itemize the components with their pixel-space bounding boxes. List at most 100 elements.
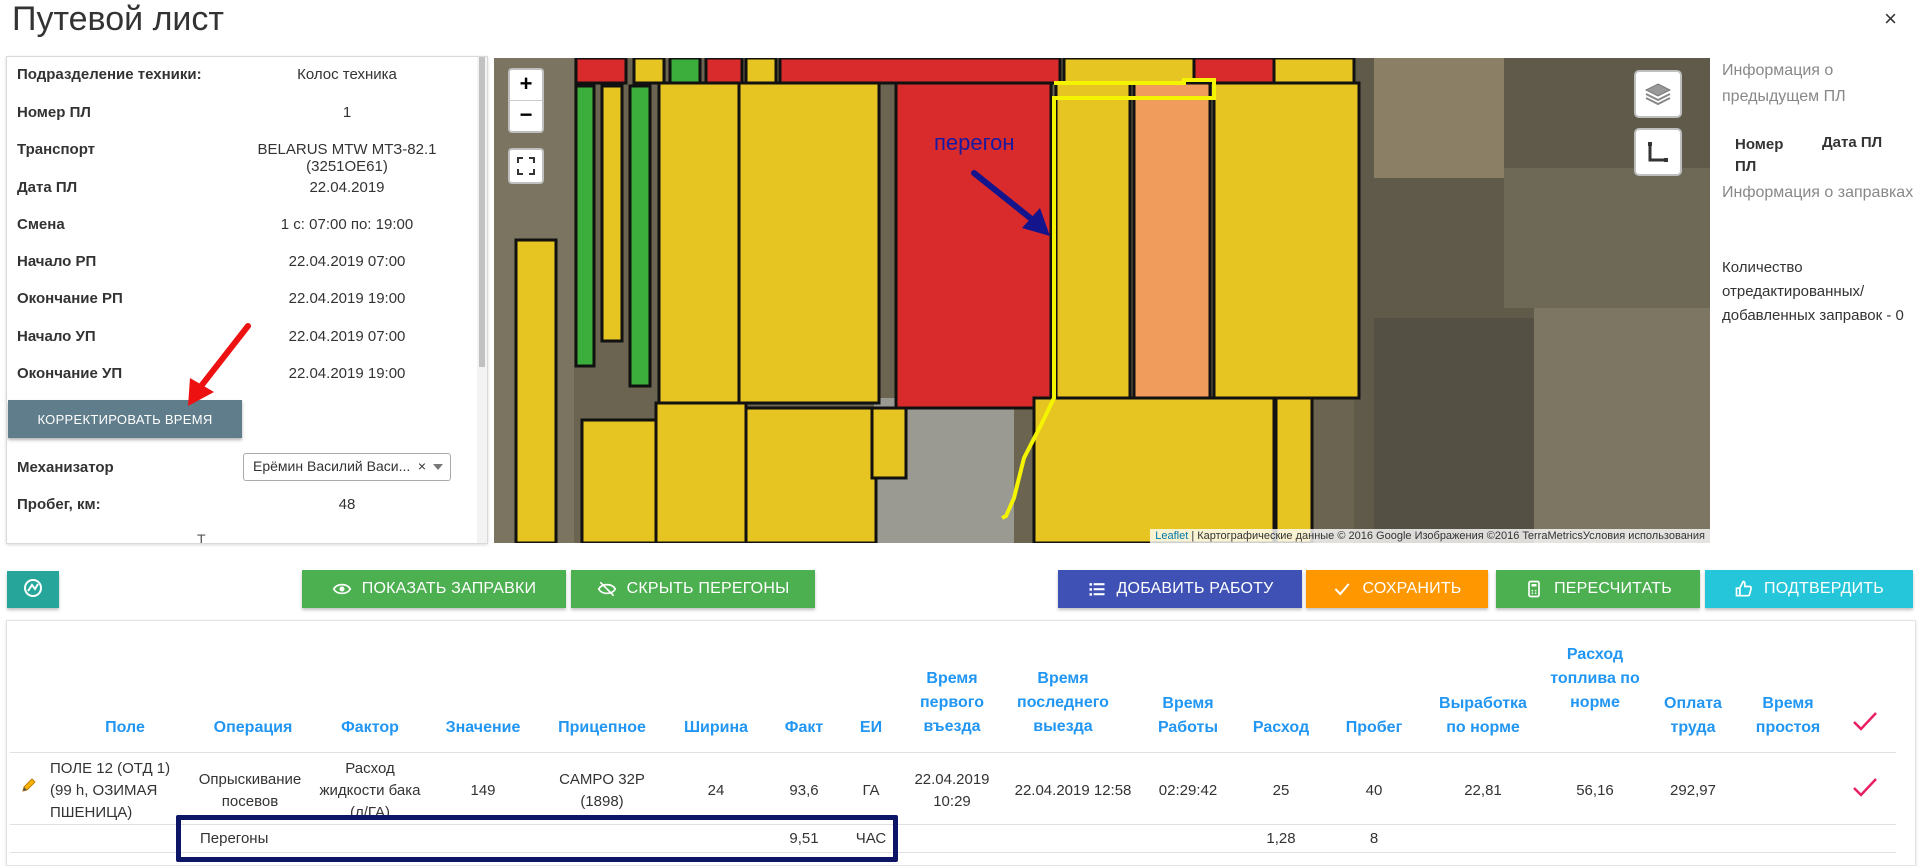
header-payment: Оплата труда bbox=[1664, 695, 1722, 736]
draw-rectangle-button[interactable] bbox=[1634, 128, 1682, 176]
edited-refuels-count: Количество отредактированных/ добавленны… bbox=[1722, 259, 1904, 324]
row-unit: ГА bbox=[862, 782, 880, 799]
draw-shape-icon bbox=[1648, 142, 1668, 162]
row-width: 24 bbox=[707, 782, 725, 799]
eye-icon bbox=[332, 583, 352, 595]
fullscreen-icon bbox=[517, 157, 535, 175]
recalculate-button[interactable]: ПЕРЕСЧИТАТЬ bbox=[1496, 570, 1700, 608]
header-factor: Фактор bbox=[341, 719, 399, 736]
recalculate-label: ПЕРЕСЧИТАТЬ bbox=[1554, 580, 1672, 597]
header-operation: Операция bbox=[213, 719, 293, 736]
row-first-entry: 22.04.2019 10:29 bbox=[914, 771, 990, 810]
add-work-label: ДОБАВИТЬ РАБОТУ bbox=[1116, 580, 1274, 597]
close-icon[interactable]: × bbox=[1884, 6, 1897, 32]
info-label: Транспорт bbox=[17, 141, 96, 158]
row-payment: 292,97 bbox=[1670, 782, 1716, 799]
mechanic-label: Механизатор bbox=[17, 459, 114, 476]
info-value: 1 bbox=[342, 104, 352, 121]
header-width: Ширина bbox=[683, 719, 749, 736]
header-fact: Факт bbox=[784, 719, 824, 736]
header-work-time: Время Работы bbox=[1157, 695, 1219, 736]
row-norm-fuel: 56,16 bbox=[1576, 782, 1614, 799]
hide-transfers-button[interactable]: СКРЫТЬ ПЕРЕГОНЫ bbox=[571, 570, 815, 608]
check-icon bbox=[1335, 583, 1350, 596]
save-label: СОХРАНИТЬ bbox=[1362, 580, 1462, 597]
row-last-exit: 22.04.2019 12:58 bbox=[1014, 782, 1132, 799]
scrollbar-thumb[interactable] bbox=[479, 57, 485, 367]
layers-icon bbox=[1644, 83, 1672, 106]
row2-consumption: 1,28 bbox=[1266, 830, 1296, 847]
info-label: Подразделение техники: bbox=[17, 66, 202, 83]
row-fact: 93,6 bbox=[789, 782, 819, 799]
confirm-button[interactable]: ПОДТВЕРДИТЬ bbox=[1705, 570, 1913, 608]
row-trailer: CAMPO 32P (1898) bbox=[559, 771, 645, 810]
row-operation: Опрыскивание посевов bbox=[198, 771, 302, 810]
mechanic-select[interactable]: Ерёмин Василий Васи... × bbox=[243, 453, 451, 481]
zoom-out-button[interactable]: − bbox=[510, 101, 542, 131]
header-value: Значение bbox=[445, 719, 521, 736]
info-value: BELARUS MTW МТЗ-82.1 (3251ОЕ61) bbox=[257, 141, 437, 175]
header-idle: Время простоя bbox=[1755, 695, 1821, 736]
row2-mileage: 8 bbox=[1369, 830, 1379, 847]
info-scrollbar[interactable] bbox=[477, 57, 487, 543]
info-value: 22.04.2019 07:00 bbox=[288, 328, 406, 345]
header-trailer: Прицепное bbox=[558, 719, 646, 736]
refuel-info: Информация о заправках bbox=[1722, 184, 1914, 201]
info-label: Окончание РП bbox=[17, 290, 123, 307]
attribution-text: | Картографические данные © 2016 Google … bbox=[1188, 530, 1705, 542]
col-date-header: Дата ПЛ bbox=[1822, 134, 1883, 151]
route-button[interactable] bbox=[7, 571, 59, 608]
leaflet-link[interactable]: Leaflet bbox=[1155, 530, 1188, 542]
info-label: Смена bbox=[17, 216, 65, 233]
check-all-icon[interactable] bbox=[1852, 710, 1878, 732]
thumbs-up-icon bbox=[1735, 580, 1753, 597]
previous-waybill-info: Информация о предыдущем ПЛ bbox=[1722, 62, 1846, 105]
calculator-icon bbox=[1528, 580, 1540, 598]
confirm-label: ПОДТВЕРДИТЬ bbox=[1764, 580, 1884, 597]
info-label: Номер ПЛ bbox=[17, 104, 91, 121]
mileage-value: 48 bbox=[338, 496, 356, 513]
waybill-info-panel: Подразделение техники: Колос техника Ном… bbox=[6, 56, 488, 544]
add-work-button[interactable]: ДОБАВИТЬ РАБОТУ bbox=[1058, 570, 1302, 608]
row-consumption: 25 bbox=[1272, 782, 1290, 799]
header-mileage: Пробег bbox=[1345, 719, 1403, 736]
zoom-in-button[interactable]: + bbox=[510, 70, 542, 100]
eye-off-icon bbox=[597, 581, 616, 597]
field-map[interactable]: перегон + − Leaflet | Картографические д… bbox=[494, 58, 1710, 543]
list-icon bbox=[1089, 583, 1105, 596]
row2-operation: Перегоны bbox=[200, 830, 269, 847]
show-refuels-button[interactable]: ПОКАЗАТЬ ЗАПРАВКИ bbox=[302, 570, 566, 608]
edit-icon[interactable] bbox=[20, 776, 38, 794]
row-confirm-check-icon[interactable] bbox=[1852, 776, 1878, 798]
info-value: Колос техника bbox=[297, 66, 397, 83]
correct-time-button[interactable]: КОРРЕКТИРОВАТЬ ВРЕМЯ bbox=[8, 400, 242, 438]
chevron-down-icon[interactable] bbox=[433, 464, 443, 470]
row-value: 149 bbox=[470, 782, 496, 799]
hide-transfers-label: СКРЫТЬ ПЕРЕГОНЫ bbox=[626, 580, 790, 597]
save-button[interactable]: СОХРАНИТЬ bbox=[1306, 570, 1488, 608]
map-attribution: Leaflet | Картографические данные © 2016… bbox=[1150, 529, 1710, 543]
row-work-time: 02:29:42 bbox=[1158, 782, 1218, 799]
fullscreen-button[interactable] bbox=[508, 148, 544, 184]
col-number-header: Номер ПЛ bbox=[1735, 136, 1784, 175]
clear-icon[interactable]: × bbox=[418, 458, 426, 474]
row2-fact: 9,51 bbox=[789, 830, 819, 847]
header-unit: ЕИ bbox=[859, 719, 883, 736]
row-norm-output: 22,81 bbox=[1464, 782, 1502, 799]
header-norm-fuel: Расход топлива по норме bbox=[1550, 646, 1640, 711]
mechanic-selected-value: Ерёмин Василий Васи... bbox=[253, 458, 411, 474]
info-value: 22.04.2019 19:00 bbox=[288, 290, 406, 307]
header-norm-output: Выработка по норме bbox=[1439, 695, 1527, 736]
layers-button[interactable] bbox=[1634, 70, 1682, 118]
info-label: Начало РП bbox=[17, 253, 97, 270]
row-field: ПОЛЕ 12 (ОТД 1) (99 h, ОЗИМАЯ ПШЕНИЦА) bbox=[50, 760, 171, 821]
route-icon bbox=[24, 579, 42, 597]
info-value: 22.04.2019 07:00 bbox=[288, 253, 406, 270]
map-fields-layer[interactable] bbox=[494, 58, 1710, 543]
row-mileage: 40 bbox=[1365, 782, 1383, 799]
cut-off-text: Т bbox=[197, 531, 206, 544]
header-consumption: Расход bbox=[1252, 719, 1310, 736]
transfer-annotation-label: перегон bbox=[934, 130, 1015, 155]
header-last-exit: Время последнего выезда bbox=[1017, 670, 1109, 735]
info-label: Дата ПЛ bbox=[17, 179, 78, 196]
